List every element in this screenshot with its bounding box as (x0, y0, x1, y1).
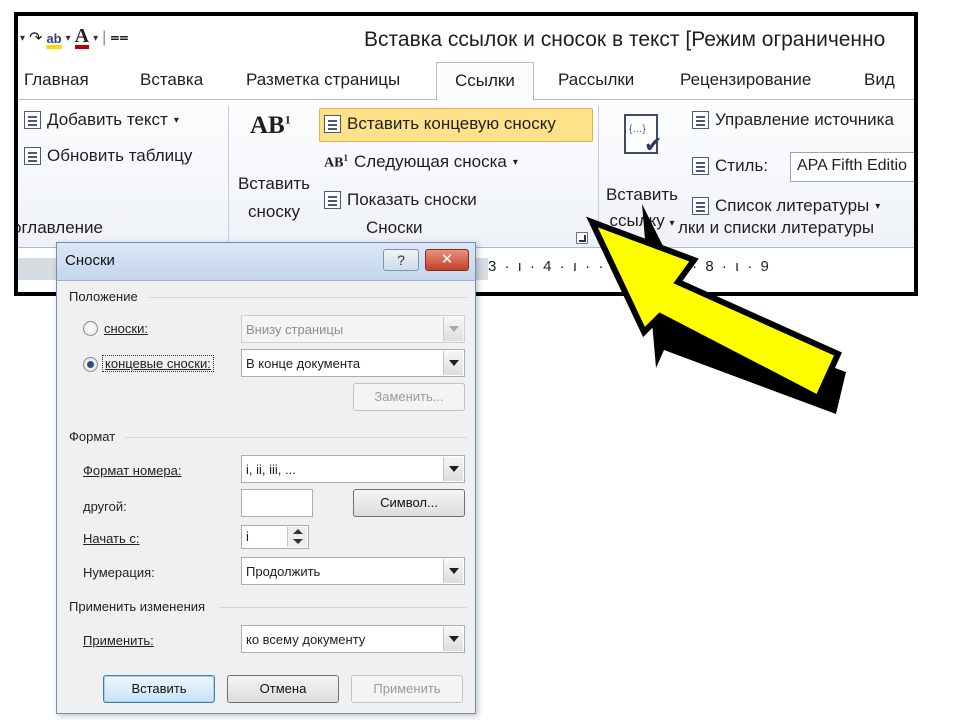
number-format-value: i, ii, iii, ... (246, 462, 296, 477)
insert-footnote-label-1: Вставить (237, 174, 311, 193)
cancel-button[interactable]: Отмена (227, 675, 339, 703)
insert-endnote-content: Вставить концевую сноску (324, 114, 556, 134)
insert-button[interactable]: Вставить (103, 675, 215, 703)
manage-sources-icon (692, 111, 709, 129)
next-footnote-button[interactable]: AB1 Следующая сноска ▾ (324, 152, 518, 172)
style-icon (692, 157, 709, 175)
footnotes-radio[interactable] (83, 321, 98, 336)
manage-sources-label: Управление источника (715, 110, 894, 129)
insert-citation-icon[interactable] (624, 114, 662, 158)
apply-button[interactable]: Применить (351, 675, 463, 703)
section-divider (125, 437, 467, 438)
numbering-value: Продолжить (246, 564, 321, 579)
number-format-select[interactable]: i, ii, iii, ... (241, 455, 465, 483)
footnotes-radio-label[interactable]: сноски: (104, 321, 148, 336)
custom-mark-input[interactable] (241, 489, 313, 517)
endnotes-radio-label[interactable]: концевые сноски: (102, 355, 214, 372)
group-separator (228, 106, 229, 244)
chevron-down-icon (443, 559, 463, 583)
numbering-label: Нумерация: (83, 565, 155, 580)
style-select[interactable]: APA Fifth Editio (790, 152, 914, 182)
apply-to-select[interactable]: ко всему документу (241, 625, 465, 653)
start-at-spinner[interactable]: i (241, 525, 309, 549)
font-color-dropdown-icon[interactable]: ▾ (93, 33, 98, 44)
endnotes-position-value: В конце документа (246, 356, 361, 371)
next-footnote-label: Следующая сноска (353, 152, 507, 171)
next-footnote-icon: AB1 (324, 152, 348, 171)
insert-footnote-icon[interactable]: AB1 (250, 112, 291, 140)
ribbon-tabs: Главная Вставка Разметка страницы Ссылки… (18, 62, 914, 101)
tab-review[interactable]: Рецензирование (680, 70, 811, 90)
footnotes-group-label: Сноски (366, 218, 423, 237)
close-button[interactable]: ✕ (425, 249, 469, 271)
insert-endnote-icon (324, 115, 341, 133)
toc-group-label: оглавление (14, 218, 104, 237)
dialog-title: Сноски (65, 252, 115, 269)
section-divider (149, 297, 467, 298)
footnotes-position-value: Внизу страницы (246, 322, 344, 337)
qat-separator: | (102, 29, 107, 46)
number-format-label: Формат номера: (83, 463, 182, 478)
qat-dropdown-icon[interactable]: ▾ (20, 33, 25, 44)
dialog-title-bar: Сноски ? ✕ (57, 243, 475, 281)
apply-to-label: Применить: (83, 633, 154, 648)
numbering-select[interactable]: Продолжить (241, 557, 465, 585)
spelling-icon[interactable]: ab (46, 31, 61, 46)
pointer-arrow (586, 204, 846, 414)
start-at-label: Начать с: (83, 531, 140, 546)
section-divider (219, 607, 467, 608)
customize-qat-icon[interactable]: ⩵ (110, 29, 128, 47)
show-notes-icon (324, 191, 341, 209)
insert-footnote-label-2: сноску (248, 202, 300, 221)
replace-button[interactable]: Заменить... (353, 383, 465, 411)
next-footnote-dropdown-icon: ▾ (512, 156, 518, 168)
font-color-icon[interactable]: A (74, 26, 90, 49)
title-bar: ▾ ↷ ab ▾ A ▾ | ⩵ Вставка ссылок и сносок… (18, 16, 914, 62)
manage-sources-button[interactable]: Управление источника (692, 110, 894, 130)
show-notes-label: Показать сноски (347, 190, 477, 209)
dialog-body: Положение сноски: Внизу страницы концевы… (57, 281, 475, 713)
spinner-arrows-icon[interactable] (287, 527, 307, 547)
update-table-icon (24, 147, 41, 165)
chevron-down-icon (443, 351, 463, 375)
tab-mailings[interactable]: Рассылки (558, 70, 634, 90)
help-button[interactable]: ? (383, 249, 419, 271)
apply-section-label: Применить изменения (69, 599, 206, 614)
style-control: Стиль: (692, 156, 768, 176)
add-text-label: Добавить текст (47, 110, 168, 129)
position-section-label: Положение (69, 289, 138, 304)
insert-footnote-button[interactable]: Вставить сноску (234, 170, 314, 226)
endnotes-position-select[interactable]: В конце документа (241, 349, 465, 377)
footnotes-position-select[interactable]: Внизу страницы (241, 315, 465, 343)
arrow-body (586, 216, 842, 403)
window-title: Вставка ссылок и сносок в текст [Режим о… (364, 28, 886, 51)
chevron-down-icon (443, 627, 463, 651)
custom-mark-label: другой: (83, 499, 127, 514)
add-text-button[interactable]: Добавить текст ▾ (24, 110, 179, 130)
endnotes-radio[interactable] (83, 357, 98, 372)
quick-access-toolbar: ▾ ↷ ab ▾ A ▾ | ⩵ (20, 26, 129, 50)
footnotes-dialog: Сноски ? ✕ Положение сноски: Внизу стран… (56, 242, 476, 714)
apply-to-value: ко всему документу (246, 632, 366, 647)
add-text-dropdown-icon: ▾ (173, 114, 179, 126)
tab-page-layout[interactable]: Разметка страницы (246, 70, 400, 90)
start-at-value: i (246, 529, 249, 544)
style-label: Стиль: (715, 156, 769, 175)
tab-insert[interactable]: Вставка (140, 70, 203, 90)
update-table-button[interactable]: Обновить таблицу (24, 146, 192, 166)
chevron-down-icon (443, 317, 463, 341)
spelling-dropdown-icon[interactable]: ▾ (66, 33, 71, 44)
format-section-label: Формат (69, 429, 116, 444)
redo-icon[interactable]: ↷ (29, 28, 42, 48)
tab-references[interactable]: Ссылки (436, 62, 534, 101)
bibliography-dropdown-icon: ▾ (875, 200, 881, 212)
show-notes-button[interactable]: Показать сноски (324, 190, 477, 210)
chevron-down-icon (443, 457, 463, 481)
update-table-label: Обновить таблицу (47, 146, 193, 165)
tab-view[interactable]: Вид (864, 70, 895, 90)
add-text-icon (24, 111, 41, 129)
insert-endnote-label: Вставить концевую сноску (347, 114, 556, 133)
tab-home[interactable]: Главная (24, 70, 89, 90)
symbol-button[interactable]: Символ... (353, 489, 465, 517)
